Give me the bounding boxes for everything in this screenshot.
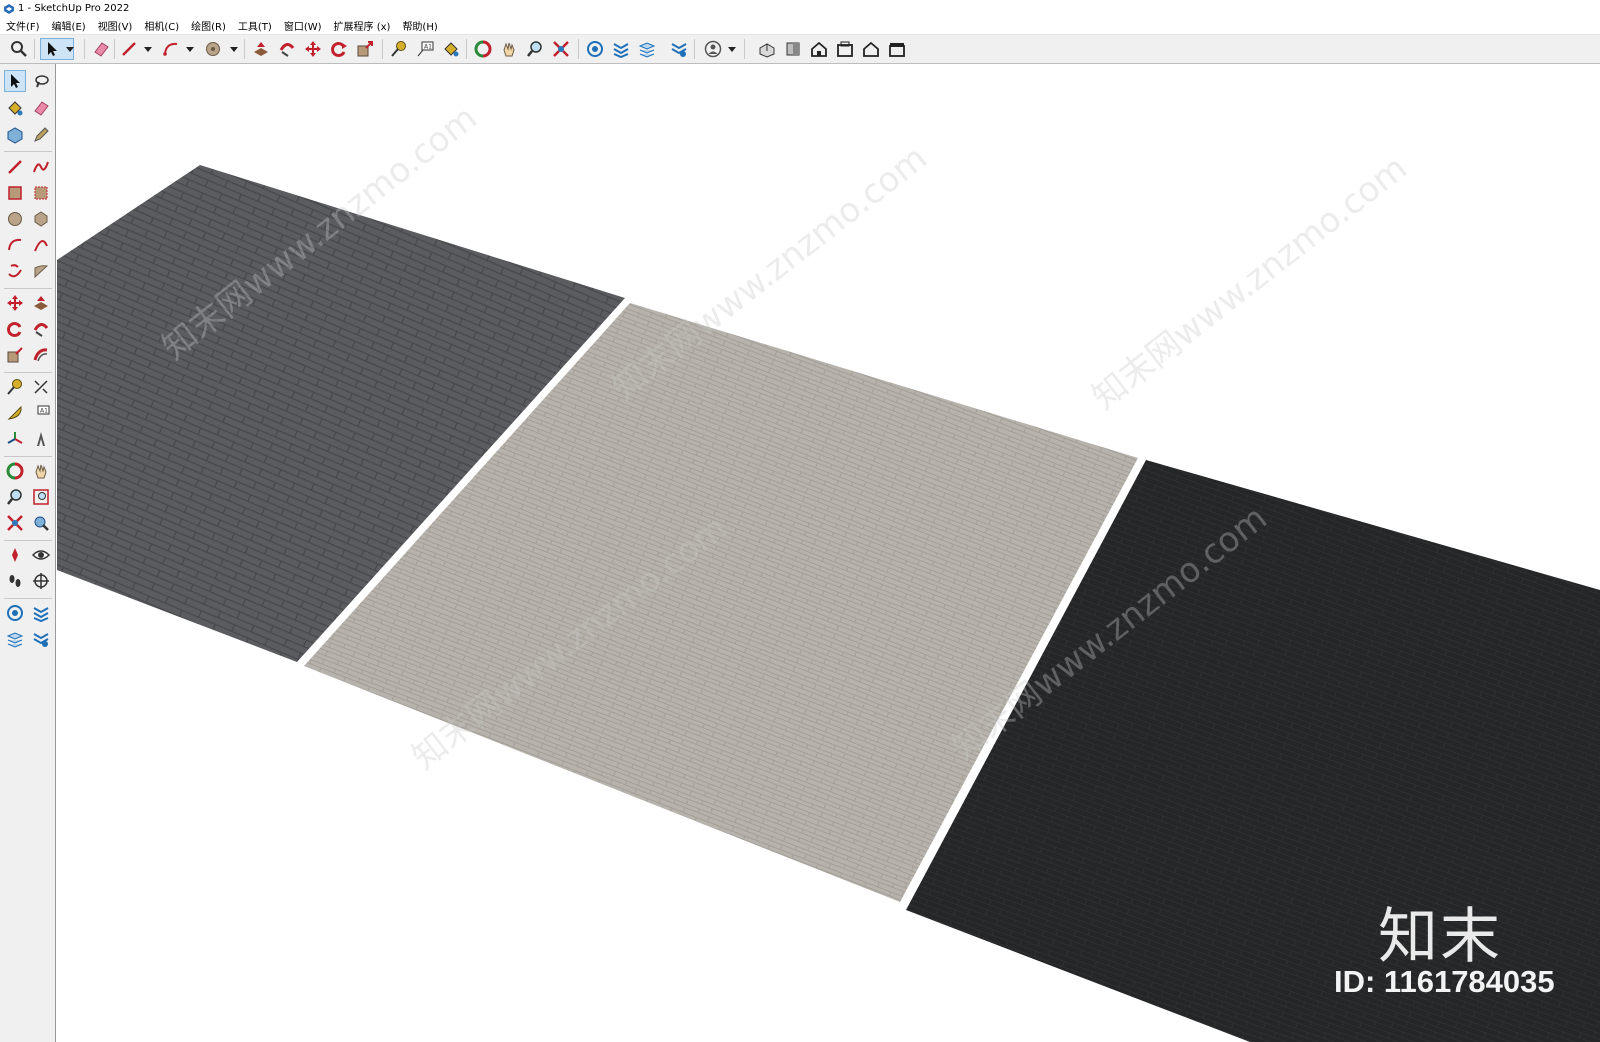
previous-view-icon[interactable] [30,512,52,534]
component-icon[interactable] [4,124,26,146]
line-tool-icon[interactable] [118,38,140,60]
arc-tool-icon[interactable] [160,38,182,60]
tape-measure-icon[interactable] [4,376,26,398]
menu-tools[interactable]: 工具(T) [232,18,278,33]
follow-me-icon[interactable] [30,318,52,340]
zoom-extents-icon[interactable] [550,38,572,60]
menu-extensions[interactable]: 扩展程序 (x) [328,18,397,33]
sketchup-app-icon [4,3,14,14]
extension-warehouse-icon[interactable] [610,38,632,60]
orbit-icon[interactable] [472,38,494,60]
view-back-icon[interactable] [860,38,882,60]
menu-view[interactable]: 视图(V) [92,18,139,33]
eraser-icon[interactable] [30,97,52,119]
rotate-icon[interactable] [4,318,26,340]
chevron-down-icon[interactable] [728,45,736,53]
view-top-icon[interactable] [782,38,804,60]
menu-help[interactable]: 帮助(H) [396,18,443,33]
circle-icon[interactable] [4,208,26,230]
freehand-icon[interactable] [30,156,52,178]
layout-icon[interactable] [4,628,26,650]
left-toolbar: A1 [0,64,56,1042]
main-toolbar: A1 [0,34,1600,64]
menu-edit[interactable]: 编辑(E) [46,18,92,33]
user-account-icon[interactable] [702,38,724,60]
rotated-rectangle-icon[interactable] [30,182,52,204]
menu-draw[interactable]: 绘图(R) [185,18,232,33]
arc-icon[interactable] [4,234,26,256]
paint-bucket-icon[interactable] [440,38,462,60]
extension-manager-icon[interactable] [30,628,52,650]
two-point-arc-icon[interactable] [30,234,52,256]
line-tool-icon[interactable] [4,156,26,178]
layout-icon[interactable] [636,38,658,60]
shape-tool-icon[interactable] [202,38,224,60]
push-pull-icon[interactable] [250,38,272,60]
svg-text:A1: A1 [424,44,432,51]
text-tool-icon[interactable]: A1 [414,38,436,60]
three-point-arc-icon[interactable] [4,260,26,282]
section-plane-icon[interactable] [30,570,52,592]
svg-text:A1: A1 [40,408,48,415]
extension-manager-icon[interactable] [668,38,690,60]
move-icon[interactable] [4,292,26,314]
3d-text-icon[interactable] [30,428,52,450]
polygon-icon[interactable] [30,208,52,230]
view-front-icon[interactable] [808,38,830,60]
watermark-brand: 知末 [1378,902,1502,972]
rotate-icon[interactable] [328,38,350,60]
dimension-icon[interactable] [30,376,52,398]
rectangle-icon[interactable] [4,182,26,204]
axes-icon[interactable] [4,428,26,450]
view-left-icon[interactable] [886,38,908,60]
pie-icon[interactable] [30,260,52,282]
search-icon[interactable] [8,38,30,60]
scale-icon[interactable] [4,344,26,366]
menu-camera[interactable]: 相机(C) [138,18,185,33]
view-right-icon[interactable] [834,38,856,60]
zoom-extents-icon[interactable] [4,512,26,534]
protractor-icon[interactable] [4,402,26,424]
text-tool-icon[interactable]: A1 [30,402,52,424]
scale-icon[interactable] [354,38,376,60]
menu-file[interactable]: 文件(F) [0,18,46,33]
pan-hand-icon[interactable] [30,460,52,482]
zoom-icon[interactable] [524,38,546,60]
window-title: 1 - SketchUp Pro 2022 [18,3,130,14]
eraser-icon[interactable] [90,38,112,60]
pan-hand-icon[interactable] [498,38,520,60]
zoom-icon[interactable] [4,486,26,508]
title-bar: 1 - SketchUp Pro 2022 [0,0,1600,17]
offset-icon[interactable] [30,344,52,366]
orbit-icon[interactable] [4,460,26,482]
look-around-eye-icon[interactable] [30,544,52,566]
move-icon[interactable] [302,38,324,60]
watermark-id: ID: 1161784035 [1334,964,1555,999]
position-camera-icon[interactable] [4,544,26,566]
select-arrow-icon[interactable] [4,70,26,92]
follow-me-icon[interactable] [276,38,298,60]
lasso-icon[interactable] [30,70,52,92]
walk-footprints-icon[interactable] [4,570,26,592]
chevron-down-icon[interactable] [144,45,152,53]
push-pull-icon[interactable] [30,292,52,314]
3d-warehouse-icon[interactable] [4,602,26,624]
view-iso-icon[interactable] [756,38,778,60]
zoom-window-icon[interactable] [30,486,52,508]
chevron-down-icon[interactable] [230,45,238,53]
pencil-tag-icon[interactable] [30,124,52,146]
chevron-down-icon[interactable] [66,45,74,53]
menu-window[interactable]: 窗口(W) [278,18,328,33]
extension-warehouse-icon[interactable] [30,602,52,624]
menu-bar: 文件(F) 编辑(E) 视图(V) 相机(C) 绘图(R) 工具(T) 窗口(W… [0,17,1600,34]
paint-bucket-icon[interactable] [4,97,26,119]
3d-warehouse-icon[interactable] [584,38,606,60]
chevron-down-icon[interactable] [186,45,194,53]
tape-measure-icon[interactable] [388,38,410,60]
